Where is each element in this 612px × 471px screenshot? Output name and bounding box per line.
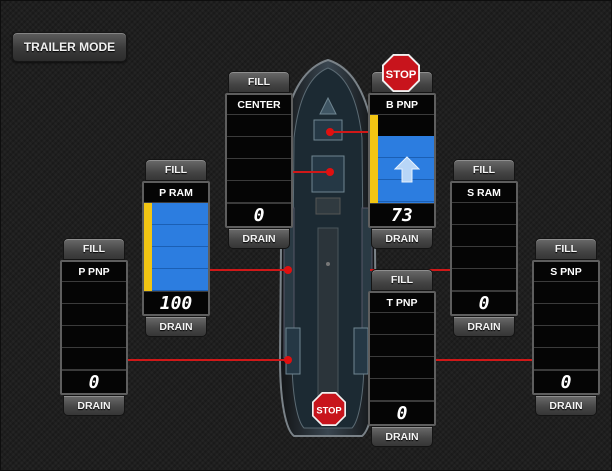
b-pnp-tank-display: B PNP 73 [368, 93, 436, 228]
t-pnp-fill-button[interactable]: FILL [371, 269, 433, 291]
s-ram-level-gauge [452, 203, 516, 291]
tank-s-ram: FILL S RAM 0 DRAIN [450, 159, 518, 337]
pump-up-arrow-icon [394, 155, 421, 183]
tank-s-pnp: FILL S PNP 0 DRAIN [532, 238, 600, 416]
p-ram-fill-button[interactable]: FILL [145, 159, 207, 181]
stop-top-label: STOP [386, 69, 417, 81]
p-pnp-tank-display: P PNP 0 [60, 260, 128, 395]
stop-button-bottom[interactable]: STOP [312, 392, 346, 426]
t-pnp-tank-label: T PNP [370, 293, 434, 313]
b-pnp-level-gauge [370, 115, 434, 203]
p-ram-tank-display: P RAM 100 [142, 181, 210, 316]
t-pnp-level-gauge [370, 313, 434, 401]
tank-b-pnp: FILL B PNP 73 DRAIN [368, 71, 436, 249]
t-pnp-value: 0 [370, 401, 434, 424]
s-pnp-level-gauge [534, 282, 598, 370]
b-pnp-tank-label: B PNP [370, 95, 434, 115]
p-pnp-tank-label: P PNP [62, 262, 126, 282]
tank-p-pnp: FILL P PNP 0 DRAIN [60, 238, 128, 416]
tank-center: FILL CENTER 0 DRAIN [225, 71, 293, 249]
p-ram-yellow-indicator [144, 203, 152, 291]
center-level-gauge [227, 115, 291, 203]
tank-p-ram: FILL P RAM 100 DRAIN [142, 159, 210, 337]
stop-button-top[interactable]: STOP [382, 54, 420, 92]
p-ram-level-gauge [144, 203, 208, 291]
s-ram-tank-label: S RAM [452, 183, 516, 203]
s-pnp-fill-button[interactable]: FILL [535, 238, 597, 260]
s-pnp-tank-display: S PNP 0 [532, 260, 600, 395]
p-ram-fill-level [152, 203, 208, 291]
t-pnp-tank-display: T PNP 0 [368, 291, 436, 426]
s-pnp-drain-button[interactable]: DRAIN [535, 395, 597, 416]
p-pnp-fill-button[interactable]: FILL [63, 238, 125, 260]
s-ram-drain-button[interactable]: DRAIN [453, 316, 515, 337]
center-drain-button[interactable]: DRAIN [228, 228, 290, 249]
center-fill-button[interactable]: FILL [228, 71, 290, 93]
s-ram-tank-display: S RAM 0 [450, 181, 518, 316]
p-pnp-value: 0 [62, 370, 126, 393]
center-tank-label: CENTER [227, 95, 291, 115]
b-pnp-drain-button[interactable]: DRAIN [371, 228, 433, 249]
s-pnp-tank-label: S PNP [534, 262, 598, 282]
b-pnp-yellow-indicator [370, 115, 378, 203]
p-ram-value: 100 [144, 291, 208, 314]
b-pnp-value: 73 [370, 203, 434, 226]
p-ram-drain-button[interactable]: DRAIN [145, 316, 207, 337]
stop-bottom-label: STOP [316, 405, 341, 415]
tank-t-pnp: FILL T PNP 0 DRAIN [368, 269, 436, 447]
s-ram-fill-button[interactable]: FILL [453, 159, 515, 181]
s-pnp-value: 0 [534, 370, 598, 393]
p-pnp-level-gauge [62, 282, 126, 370]
p-pnp-drain-button[interactable]: DRAIN [63, 395, 125, 416]
center-value: 0 [227, 203, 291, 226]
s-ram-value: 0 [452, 291, 516, 314]
t-pnp-drain-button[interactable]: DRAIN [371, 426, 433, 447]
p-ram-tank-label: P RAM [144, 183, 208, 203]
trailer-mode-button[interactable]: TRAILER MODE [12, 32, 127, 62]
center-tank-display: CENTER 0 [225, 93, 293, 228]
